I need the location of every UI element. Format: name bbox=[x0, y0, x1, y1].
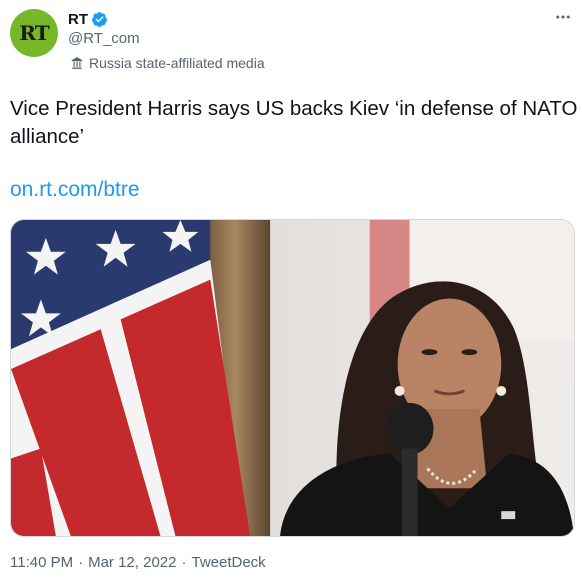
user-handle[interactable]: @RT_com bbox=[68, 30, 140, 47]
state-media-icon bbox=[71, 57, 83, 69]
state-media-label[interactable]: Russia state-affiliated media bbox=[70, 55, 265, 71]
display-name[interactable]: RT bbox=[68, 11, 88, 28]
avatar-logo-text: RT bbox=[19, 21, 49, 45]
tweet-time[interactable]: 11:40 PM bbox=[10, 554, 73, 571]
state-media-label-text: Russia state-affiliated media bbox=[89, 55, 265, 71]
tweet-source[interactable]: TweetDeck bbox=[191, 554, 265, 571]
meta-separator: · bbox=[181, 554, 187, 571]
meta-separator: · bbox=[78, 554, 84, 571]
avatar[interactable]: RT bbox=[10, 9, 58, 57]
more-horizontal-icon bbox=[556, 15, 570, 19]
verified-badge-icon bbox=[92, 11, 107, 27]
user-info: RT @RT_com bbox=[68, 9, 140, 48]
more-options-button[interactable] bbox=[552, 6, 574, 28]
tweet-link[interactable]: on.rt.com/btre bbox=[10, 178, 140, 202]
tweet-text: Vice President Harris says US backs Kiev… bbox=[10, 97, 578, 148]
tweet-meta: 11:40 PM · Mar 12, 2022 · TweetDeck bbox=[10, 554, 266, 571]
display-name-row: RT bbox=[68, 9, 140, 29]
media-photo bbox=[11, 220, 574, 536]
tweet-date[interactable]: Mar 12, 2022 bbox=[88, 554, 176, 571]
tweet-media-image[interactable] bbox=[10, 219, 575, 537]
